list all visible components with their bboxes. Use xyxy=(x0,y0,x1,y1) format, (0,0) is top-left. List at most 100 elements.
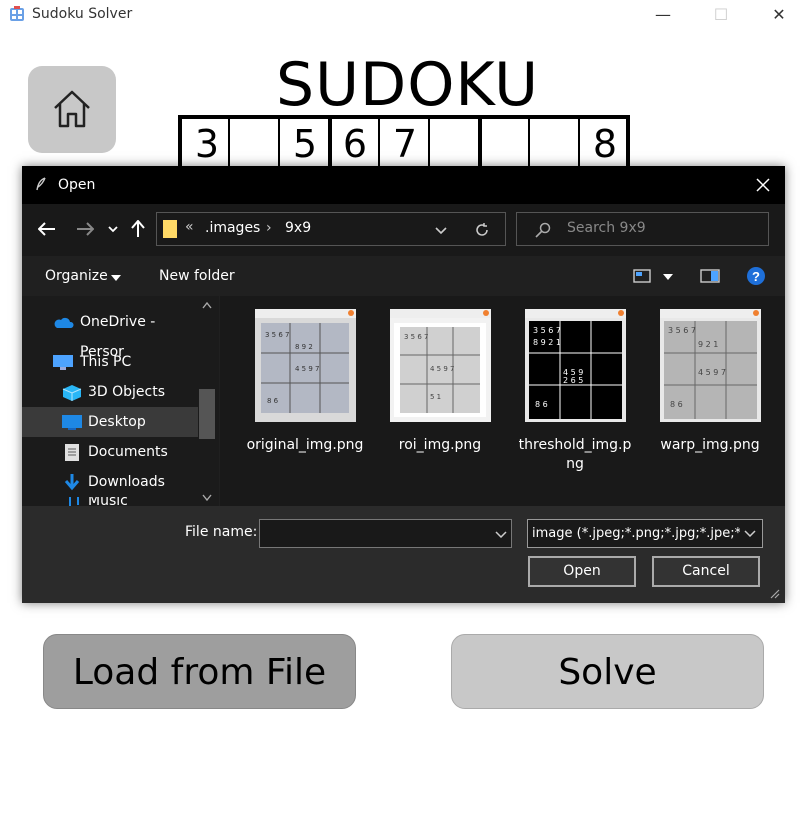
grid-cell[interactable] xyxy=(430,119,480,167)
breadcrumb-parent[interactable]: .images xyxy=(205,220,260,236)
file-thumbnail: 3 5 6 7 9 2 1 4 5 9 7 8 6 xyxy=(660,309,761,422)
new-folder-button[interactable]: New folder xyxy=(159,268,235,284)
organize-dropdown-icon[interactable] xyxy=(111,275,121,281)
dialog-close-button[interactable] xyxy=(750,172,776,198)
svg-text:4 5 9 7: 4 5 9 7 xyxy=(430,365,455,373)
grid-cell[interactable]: 3 xyxy=(182,119,232,167)
grid-cell[interactable]: 5 xyxy=(280,119,330,167)
dialog-toolbar: Organize New folder ? xyxy=(22,256,785,296)
breadcrumb-overflow[interactable]: « xyxy=(185,219,194,235)
file-thumbnail: 3 5 6 7 8 9 2 1 4 5 9 2 6 5 8 6 xyxy=(525,309,626,422)
nav-item-music[interactable]: Music xyxy=(22,497,198,506)
scroll-down-icon[interactable] xyxy=(202,494,212,501)
svg-text:3 5 6 7: 3 5 6 7 xyxy=(265,331,290,339)
solve-button[interactable]: Solve xyxy=(451,634,764,709)
dialog-footer: File name: image (*.jpeg;*.png;*.jpg;*.j… xyxy=(22,506,785,603)
breadcrumb-current[interactable]: 9x9 xyxy=(285,220,311,236)
view-dropdown-icon[interactable] xyxy=(663,274,673,280)
download-icon xyxy=(64,474,80,491)
feather-icon xyxy=(36,177,46,191)
app-heading: SUDOKU xyxy=(276,50,540,120)
open-button[interactable]: Open xyxy=(528,556,636,587)
desktop-icon xyxy=(62,415,82,430)
organize-menu[interactable]: Organize xyxy=(45,268,108,284)
svg-text:4 5 9 7: 4 5 9 7 xyxy=(295,365,320,373)
file-name-input[interactable] xyxy=(259,519,512,548)
resize-grip-icon[interactable] xyxy=(770,589,780,599)
dialog-title: Open xyxy=(58,177,96,193)
nav-item-this-pc[interactable]: This PC xyxy=(22,347,198,377)
svg-text:8 6: 8 6 xyxy=(535,400,548,409)
file-list: 3 5 6 7 8 9 2 4 5 9 7 8 6 original_img.p… xyxy=(220,296,785,506)
file-type-dropdown-icon[interactable] xyxy=(744,530,756,537)
scrollbar-thumb[interactable] xyxy=(199,389,215,439)
home-icon xyxy=(54,90,90,128)
cancel-button[interactable]: Cancel xyxy=(652,556,760,587)
cube-icon xyxy=(62,385,82,401)
breadcrumb-separator: › xyxy=(266,220,272,236)
address-dropdown-icon[interactable] xyxy=(435,227,447,235)
nav-item-downloads[interactable]: Downloads xyxy=(22,467,198,497)
music-icon xyxy=(69,497,79,506)
documents-icon xyxy=(65,444,79,461)
home-button[interactable] xyxy=(28,66,116,153)
svg-text:3 5 6 7: 3 5 6 7 xyxy=(668,326,696,335)
svg-text:3 5 6 7: 3 5 6 7 xyxy=(533,326,561,335)
nav-item-onedrive[interactable]: OneDrive - Persor xyxy=(22,307,198,360)
maximize-button[interactable]: ☐ xyxy=(706,4,736,26)
nav-item-label: This PC xyxy=(80,354,132,370)
svg-text:8 9 2: 8 9 2 xyxy=(295,343,313,351)
preview-pane-icon[interactable] xyxy=(700,269,720,283)
scroll-up-icon[interactable] xyxy=(202,302,212,309)
folder-icon xyxy=(163,220,177,238)
nav-item-label: Desktop xyxy=(88,414,146,430)
svg-text:2 6 5: 2 6 5 xyxy=(563,376,583,385)
back-arrow-icon[interactable] xyxy=(38,222,56,236)
grid-cell[interactable] xyxy=(230,119,280,167)
file-name-label: File name: xyxy=(185,524,258,540)
grid-cell[interactable] xyxy=(480,119,530,167)
nav-item-3d-objects[interactable]: 3D Objects xyxy=(22,377,198,407)
close-icon xyxy=(756,178,770,192)
sudoku-grid-row: 3 5 6 7 8 xyxy=(178,115,630,167)
nav-item-label: Documents xyxy=(88,444,168,460)
file-name-dropdown-icon[interactable] xyxy=(495,531,507,538)
view-options-icon[interactable] xyxy=(633,269,651,283)
nav-item-label: Downloads xyxy=(88,474,165,490)
nav-item-desktop[interactable]: Desktop xyxy=(22,407,198,437)
nav-item-label: 3D Objects xyxy=(88,384,166,400)
forward-arrow-icon[interactable] xyxy=(76,222,94,236)
dialog-title-bar: Open xyxy=(22,166,785,204)
file-type-value: image (*.jpeg;*.png;*.jpg;*.jpe;* xyxy=(532,526,740,541)
svg-text:?: ? xyxy=(752,269,760,284)
nav-item-label: Music xyxy=(88,497,128,506)
load-from-file-button[interactable]: Load from File xyxy=(43,634,356,709)
address-bar[interactable]: « .images › 9x9 xyxy=(156,212,506,246)
help-icon[interactable]: ? xyxy=(746,266,766,286)
file-type-select[interactable]: image (*.jpeg;*.png;*.jpg;*.jpe;* xyxy=(527,519,763,548)
search-icon xyxy=(535,222,551,238)
up-arrow-icon[interactable] xyxy=(131,220,145,238)
app-icon xyxy=(9,6,25,22)
grid-cell[interactable] xyxy=(530,119,580,167)
grid-cell[interactable]: 8 xyxy=(580,119,630,167)
file-name: roi_img.png xyxy=(398,437,482,453)
file-name-line: ng xyxy=(566,456,584,472)
navigation-bar: « .images › 9x9 Search 9x9 xyxy=(22,204,785,256)
svg-text:8 9 2 1: 8 9 2 1 xyxy=(533,338,561,347)
grid-cell[interactable]: 6 xyxy=(330,119,380,167)
grid-cell[interactable]: 7 xyxy=(380,119,430,167)
svg-text:9 2 1: 9 2 1 xyxy=(698,340,718,349)
file-name: threshold_img.p ng xyxy=(510,436,640,474)
refresh-icon[interactable] xyxy=(474,222,490,238)
file-thumbnail: 3 5 6 7 4 5 9 7 5 1 xyxy=(390,309,491,422)
svg-text:4 5 9 7: 4 5 9 7 xyxy=(698,368,726,377)
file-name: original_img.png xyxy=(246,437,364,453)
close-button[interactable]: ✕ xyxy=(764,4,794,26)
search-box[interactable]: Search 9x9 xyxy=(516,212,769,246)
recent-locations-chevron-icon[interactable] xyxy=(108,226,118,233)
open-file-dialog: Open « .images › 9x9 Search 9x9 Organize… xyxy=(22,166,785,603)
minimize-button[interactable]: — xyxy=(648,4,678,26)
file-thumbnail: 3 5 6 7 8 9 2 4 5 9 7 8 6 xyxy=(255,309,356,422)
nav-item-documents[interactable]: Documents xyxy=(22,437,198,467)
